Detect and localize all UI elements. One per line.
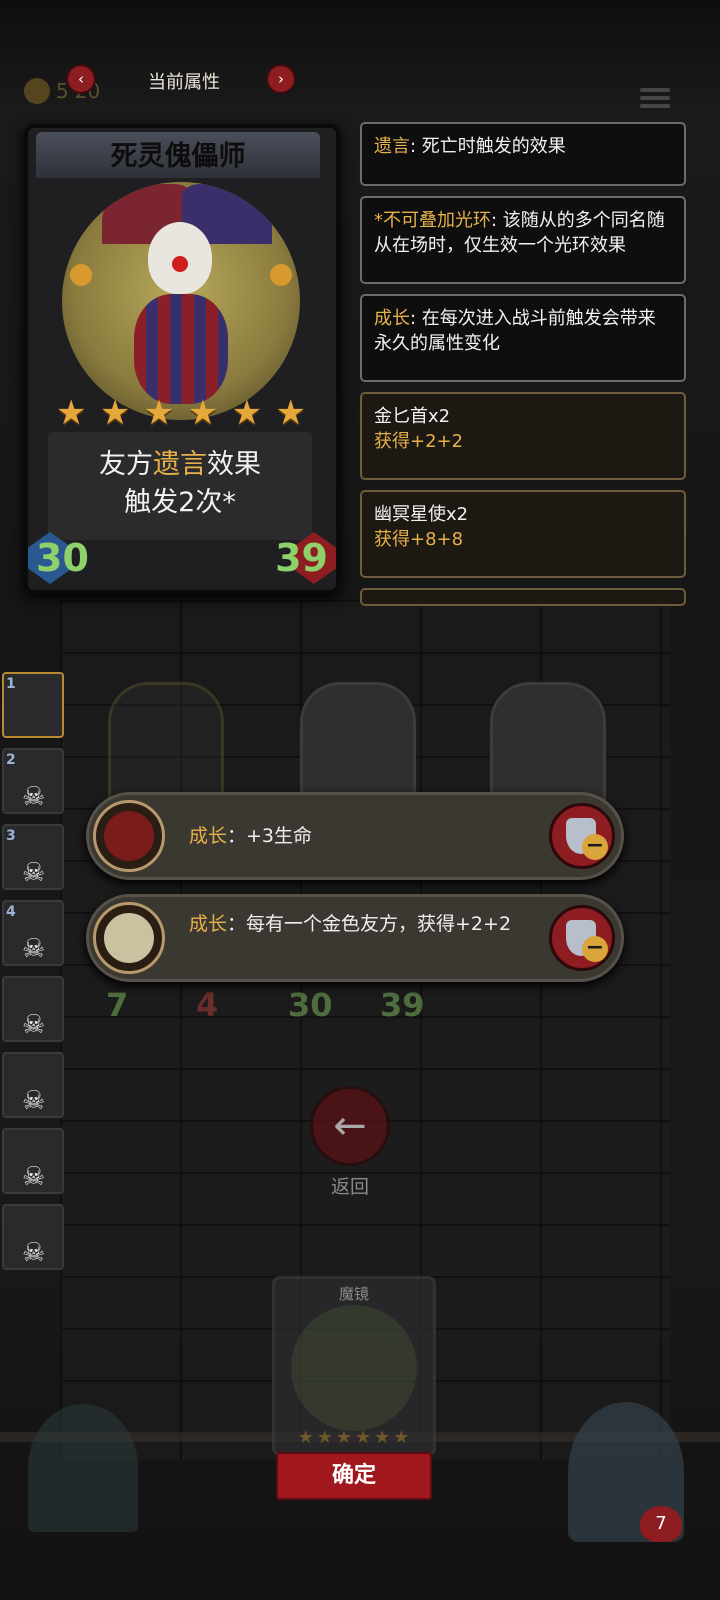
board-left-health: 4	[196, 986, 219, 1024]
item-gain: 获得+8+8	[374, 529, 464, 550]
roster-slot-6[interactable]: ☠	[2, 1052, 64, 1118]
mirror-card-art	[291, 1305, 417, 1431]
roster-slot-5[interactable]: ☠	[2, 976, 64, 1042]
hero-description: 友方遗言效果 触发2次*	[99, 449, 261, 518]
growth-emblem-icon	[93, 800, 165, 872]
hero-description-box: 友方遗言效果 触发2次*	[48, 432, 312, 540]
hero-attack: 30	[36, 536, 89, 580]
mirror-card-name: 魔镜	[338, 1285, 369, 1303]
board-left-attack: 7	[106, 986, 129, 1024]
roster-slot-2[interactable]: 2 ☠	[2, 748, 64, 814]
remove-effect-button[interactable]: −	[549, 803, 615, 869]
roster-slot-7[interactable]: ☠	[2, 1128, 64, 1194]
effect-banner-1: 成长：+3生命 −	[86, 792, 624, 880]
star-icon: ★	[187, 393, 219, 433]
mirror-card[interactable]: 魔镜 ★★★★★★	[272, 1276, 436, 1456]
roster-slot-4[interactable]: 4 ☠	[2, 900, 64, 966]
skull-icon: ☠	[22, 1086, 46, 1116]
roster-number: 3	[6, 828, 16, 844]
player-health: 7	[640, 1506, 682, 1542]
keyword-info-growth: 成长: 在每次进入战斗前触发会带来永久的属性变化	[360, 294, 686, 382]
back-button[interactable]: ←	[310, 1086, 390, 1166]
mirror-card-stars: ★★★★★★	[297, 1427, 413, 1448]
keyword-info-deathrattle: 遗言: 死亡时触发的效果	[360, 122, 686, 186]
page-title: 当前属性	[148, 72, 220, 93]
hero-health: 39	[275, 536, 328, 580]
confirm-button[interactable]: 确定	[276, 1452, 432, 1500]
skull-icon: ☠	[22, 1162, 46, 1192]
skull-icon: ☠	[22, 858, 46, 888]
skull-icon: ☠	[22, 934, 46, 964]
skull-icon: ☠	[22, 782, 46, 812]
star-icon: ★	[275, 393, 306, 433]
effect-text: 成长：每有一个金色友方，获得+2+2	[189, 913, 512, 935]
attribute-header: ‹ 当前属性 ›	[64, 62, 304, 98]
item-info-partial	[360, 588, 686, 606]
arrow-left-icon: ←	[333, 1103, 367, 1149]
roster-number: 4	[6, 904, 16, 920]
star-icon: ★	[56, 393, 87, 433]
item-name: 金匕首x2	[374, 406, 451, 427]
item-info-nether-star: 幽冥星使x2 获得+8+8	[360, 490, 686, 578]
board-mid-attack: 30	[288, 986, 333, 1024]
star-icon: ★	[99, 393, 131, 433]
roster-slot-8[interactable]: ☠	[2, 1204, 64, 1270]
star-rating: ★ ★ ★ ★ ★ ★	[56, 396, 306, 430]
effect-banner-2: 成长：每有一个金色友方，获得+2+2 −	[86, 894, 624, 982]
hero-portrait	[62, 182, 300, 420]
minus-icon: −	[582, 834, 608, 860]
star-icon: ★	[143, 393, 175, 433]
skull-icon: ☠	[22, 1238, 46, 1268]
roster-number: 2	[6, 752, 16, 768]
roster-slot-1[interactable]: 1	[2, 672, 64, 738]
menu-icon[interactable]	[640, 84, 670, 112]
hero-card[interactable]: 死灵傀儡师 ★ ★ ★ ★ ★ ★ 友方遗言效果 触发2次* 30 39	[24, 124, 340, 594]
skull-icon: ☠	[22, 1010, 46, 1040]
item-name: 幽冥星使x2	[374, 504, 469, 525]
jester-body	[134, 294, 228, 404]
item-info-golden-dagger: 金匕首x2 获得+2+2	[360, 392, 686, 480]
back-label: 返回	[330, 1176, 369, 1198]
keyword-info-aura: *不可叠加光环: 该随从的多个同名随从在场时，仅生效一个光环效果	[360, 196, 686, 284]
gold-coin-icon	[24, 78, 50, 104]
roster-number: 1	[6, 676, 16, 692]
hero-name: 死灵傀儡师	[110, 141, 246, 172]
golden-feather-icon	[93, 902, 165, 974]
board-minion-1[interactable]	[108, 682, 224, 808]
remove-effect-button[interactable]: −	[549, 905, 615, 971]
effect-text: 成长：+3生命	[189, 825, 313, 847]
chevron-right-icon[interactable]: ›	[268, 66, 294, 92]
board-minion-3[interactable]	[490, 682, 606, 808]
board-minion-2[interactable]	[300, 682, 416, 808]
chevron-left-icon[interactable]: ‹	[68, 66, 94, 92]
shop-portrait[interactable]	[28, 1404, 138, 1532]
roster-slot-3[interactable]: 3 ☠	[2, 824, 64, 890]
star-icon: ★	[231, 393, 263, 433]
item-gain: 获得+2+2	[374, 431, 464, 452]
board-mid-health: 39	[380, 986, 425, 1024]
minus-icon: −	[582, 936, 608, 962]
